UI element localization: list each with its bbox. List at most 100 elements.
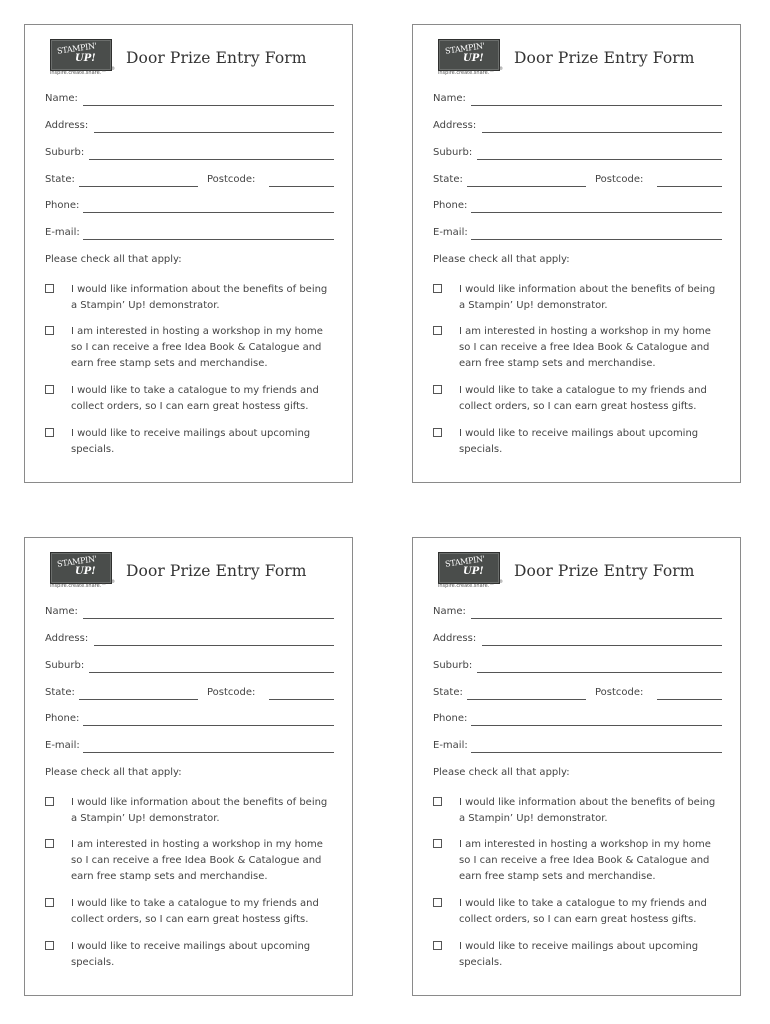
checkbox[interactable] bbox=[433, 797, 442, 806]
phone-field[interactable]: Phone: bbox=[433, 713, 722, 727]
option-label: I would like to receive mailings about u… bbox=[71, 941, 311, 968]
postcode-label: Postcode: bbox=[207, 687, 256, 698]
entry-form-card-2: STAMPIN' UP! ® inspire.create.share.™ Do… bbox=[412, 24, 741, 483]
suburb-input-line[interactable] bbox=[477, 672, 722, 673]
phone-label: Phone: bbox=[433, 713, 468, 724]
checkbox[interactable] bbox=[433, 941, 442, 950]
logo-text-up: UP! bbox=[463, 53, 484, 64]
name-field[interactable]: Name: bbox=[45, 93, 334, 107]
suburb-field[interactable]: Suburb: bbox=[45, 660, 334, 674]
option-label: I am interested in hosting a workshop in… bbox=[71, 326, 323, 369]
checkbox[interactable] bbox=[433, 385, 442, 394]
address-field[interactable]: Address: bbox=[45, 120, 334, 134]
checkbox[interactable] bbox=[433, 428, 442, 437]
phone-field[interactable]: Phone: bbox=[45, 713, 334, 727]
suburb-input-line[interactable] bbox=[89, 672, 334, 673]
phone-field[interactable]: Phone: bbox=[45, 200, 334, 214]
name-field[interactable]: Name: bbox=[45, 606, 334, 620]
state-postcode-row[interactable]: State: Postcode: bbox=[45, 174, 334, 188]
postcode-input-line[interactable] bbox=[657, 186, 722, 187]
postcode-input-line[interactable] bbox=[657, 699, 722, 700]
suburb-input-line[interactable] bbox=[477, 159, 722, 160]
checkbox[interactable] bbox=[45, 941, 54, 950]
logo-badge: STAMPIN' UP! bbox=[438, 552, 500, 584]
logo-badge: STAMPIN' UP! bbox=[50, 552, 112, 584]
entry-form-card-4: STAMPIN' UP! ® inspire.create.share.™ Do… bbox=[412, 537, 741, 996]
suburb-field[interactable]: Suburb: bbox=[45, 147, 334, 161]
suburb-field[interactable]: Suburb: bbox=[433, 660, 722, 674]
option-label: I would like to receive mailings about u… bbox=[71, 428, 311, 455]
email-input-line[interactable] bbox=[471, 239, 722, 240]
address-input-line[interactable] bbox=[94, 645, 334, 646]
postcode-input-line[interactable] bbox=[269, 699, 334, 700]
entry-form-card-3: STAMPIN' UP! ® inspire.create.share.™ Do… bbox=[24, 537, 353, 996]
address-field[interactable]: Address: bbox=[433, 633, 722, 647]
checkbox[interactable] bbox=[45, 428, 54, 437]
email-field[interactable]: E-mail: bbox=[45, 227, 334, 241]
checkbox[interactable] bbox=[45, 839, 54, 848]
address-input-line[interactable] bbox=[482, 132, 722, 133]
checkbox[interactable] bbox=[45, 898, 54, 907]
state-input-line[interactable] bbox=[79, 186, 198, 187]
address-input-line[interactable] bbox=[482, 645, 722, 646]
name-input-line[interactable] bbox=[83, 618, 334, 619]
name-field[interactable]: Name: bbox=[433, 93, 722, 107]
option-label: I am interested in hosting a workshop in… bbox=[71, 839, 323, 882]
email-field[interactable]: E-mail: bbox=[45, 740, 334, 754]
checkbox[interactable] bbox=[45, 284, 54, 293]
address-field[interactable]: Address: bbox=[433, 120, 722, 134]
state-postcode-row[interactable]: State: Postcode: bbox=[433, 174, 722, 188]
checkbox[interactable] bbox=[433, 839, 442, 848]
state-input-line[interactable] bbox=[79, 699, 198, 700]
checkbox[interactable] bbox=[45, 326, 54, 335]
email-label: E-mail: bbox=[433, 740, 468, 751]
phone-input-line[interactable] bbox=[471, 212, 722, 213]
stampin-up-logo: STAMPIN' UP! ® inspire.create.share.™ bbox=[50, 552, 115, 589]
name-field[interactable]: Name: bbox=[433, 606, 722, 620]
option-label: I would like information about the benef… bbox=[459, 284, 716, 311]
logo-tagline: inspire.create.share.™ bbox=[438, 583, 495, 589]
phone-input-line[interactable] bbox=[83, 212, 334, 213]
name-input-line[interactable] bbox=[471, 105, 722, 106]
check-all-heading: Please check all that apply: bbox=[433, 254, 570, 265]
logo-text-up: UP! bbox=[75, 566, 96, 577]
checkbox[interactable] bbox=[45, 797, 54, 806]
email-label: E-mail: bbox=[45, 227, 80, 238]
check-all-heading: Please check all that apply: bbox=[433, 767, 570, 778]
checkbox[interactable] bbox=[433, 326, 442, 335]
email-label: E-mail: bbox=[45, 740, 80, 751]
phone-field[interactable]: Phone: bbox=[433, 200, 722, 214]
address-input-line[interactable] bbox=[94, 132, 334, 133]
form-title: Door Prize Entry Form bbox=[126, 562, 307, 580]
address-label: Address: bbox=[433, 120, 477, 131]
option-label: I am interested in hosting a workshop in… bbox=[459, 839, 711, 882]
address-field[interactable]: Address: bbox=[45, 633, 334, 647]
registered-mark: ® bbox=[499, 579, 503, 584]
checkbox[interactable] bbox=[433, 898, 442, 907]
postcode-input-line[interactable] bbox=[269, 186, 334, 187]
phone-input-line[interactable] bbox=[471, 725, 722, 726]
name-input-line[interactable] bbox=[471, 618, 722, 619]
email-field[interactable]: E-mail: bbox=[433, 740, 722, 754]
email-input-line[interactable] bbox=[471, 752, 722, 753]
name-input-line[interactable] bbox=[83, 105, 334, 106]
checkbox[interactable] bbox=[45, 385, 54, 394]
state-postcode-row[interactable]: State: Postcode: bbox=[45, 687, 334, 701]
suburb-field[interactable]: Suburb: bbox=[433, 147, 722, 161]
email-input-line[interactable] bbox=[83, 752, 334, 753]
suburb-label: Suburb: bbox=[433, 147, 473, 158]
email-input-line[interactable] bbox=[83, 239, 334, 240]
checkbox[interactable] bbox=[433, 284, 442, 293]
stampin-up-logo: STAMPIN' UP! ® inspire.create.share.™ bbox=[50, 39, 115, 76]
state-input-line[interactable] bbox=[467, 699, 586, 700]
email-field[interactable]: E-mail: bbox=[433, 227, 722, 241]
state-postcode-row[interactable]: State: Postcode: bbox=[433, 687, 722, 701]
suburb-input-line[interactable] bbox=[89, 159, 334, 160]
address-label: Address: bbox=[45, 120, 89, 131]
state-input-line[interactable] bbox=[467, 186, 586, 187]
phone-input-line[interactable] bbox=[83, 725, 334, 726]
suburb-label: Suburb: bbox=[45, 147, 85, 158]
postcode-label: Postcode: bbox=[595, 174, 644, 185]
logo-tagline: inspire.create.share.™ bbox=[50, 583, 107, 589]
logo-badge: STAMPIN' UP! bbox=[50, 39, 112, 71]
